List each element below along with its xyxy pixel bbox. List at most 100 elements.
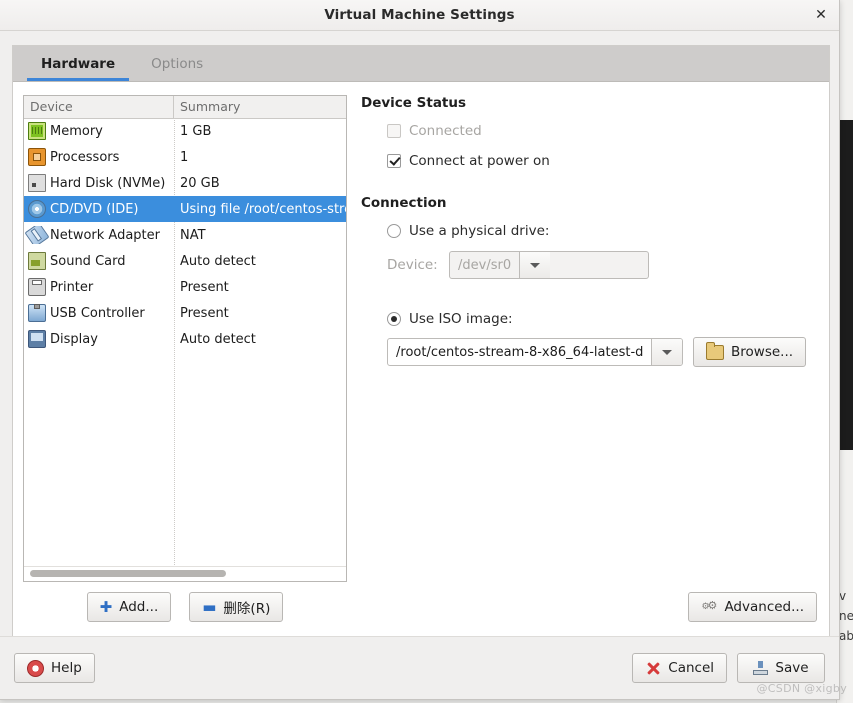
- save-label: Save: [775, 660, 809, 676]
- footer-actions: Cancel Save: [632, 653, 825, 683]
- memory-icon: [28, 122, 46, 140]
- table-row[interactable]: Display Auto detect: [24, 326, 346, 352]
- help-icon: [27, 659, 44, 677]
- summary-cell: Auto detect: [180, 253, 256, 269]
- summary-cell: Present: [180, 305, 229, 321]
- physical-device-row: Device: /dev/sr0: [387, 251, 819, 279]
- device-label: Display: [50, 331, 98, 347]
- advanced-button[interactable]: Advanced...: [688, 592, 817, 622]
- summary-cell: NAT: [180, 227, 206, 243]
- table-row[interactable]: Memory 1 GB: [24, 118, 346, 144]
- chevron-down-icon[interactable]: [519, 252, 551, 278]
- add-device-button[interactable]: ✚ Add...: [86, 592, 172, 622]
- device-cell: Hard Disk (NVMe): [24, 174, 174, 192]
- use-physical-drive-radio[interactable]: [387, 224, 401, 238]
- gears-icon: [701, 600, 717, 614]
- iso-path-value: /root/centos-stream-8-x86_64-latest-d: [396, 344, 644, 360]
- use-physical-drive-radio-row[interactable]: Use a physical drive:: [387, 223, 819, 239]
- connected-label: Connected: [409, 123, 482, 139]
- scrollbar-thumb[interactable]: [30, 570, 226, 577]
- device-cell: Sound Card: [24, 252, 174, 270]
- use-iso-image-label: Use ISO image:: [409, 311, 513, 327]
- device-cell: CD/DVD (IDE): [24, 200, 174, 218]
- help-label: Help: [51, 660, 82, 676]
- table-row[interactable]: Network Adapter NAT: [24, 222, 346, 248]
- table-row[interactable]: Processors 1: [24, 144, 346, 170]
- connected-checkbox[interactable]: [387, 124, 401, 138]
- dialog-content-frame: Hardware Options Device Summary Memory 1…: [12, 45, 830, 637]
- use-iso-image-radio-row[interactable]: Use ISO image:: [387, 311, 819, 327]
- device-label: Memory: [50, 123, 103, 139]
- device-label: Printer: [50, 279, 94, 295]
- table-row[interactable]: Sound Card Auto detect: [24, 248, 346, 274]
- iso-path-row: /root/centos-stream-8-x86_64-latest-d Br…: [387, 337, 819, 367]
- table-row-selected[interactable]: CD/DVD (IDE) Using file /root/centos-str…: [24, 196, 346, 222]
- physical-device-dropdown[interactable]: /dev/sr0: [449, 251, 649, 279]
- connect-at-power-on-checkbox[interactable]: [387, 154, 401, 168]
- chevron-down-icon[interactable]: [651, 339, 682, 365]
- cd-dvd-icon: [28, 200, 46, 218]
- device-list-header: Device Summary: [24, 96, 346, 119]
- device-label: Hard Disk (NVMe): [50, 175, 166, 191]
- browse-button[interactable]: Browse...: [693, 337, 807, 367]
- column-header-device: Device: [24, 96, 174, 118]
- usb-controller-icon: [28, 304, 46, 322]
- close-icon[interactable]: ✕: [811, 6, 831, 24]
- table-row[interactable]: USB Controller Present: [24, 300, 346, 326]
- remove-label: 删除(R): [223, 601, 271, 617]
- device-list-actions: ✚ Add... ▬ 删除(R): [23, 592, 347, 622]
- device-status-title: Device Status: [361, 95, 467, 111]
- dialog-titlebar: Virtual Machine Settings ✕: [0, 0, 839, 31]
- network-adapter-icon: [24, 226, 50, 244]
- cancel-icon: [645, 661, 661, 676]
- browse-label: Browse...: [731, 344, 794, 360]
- tabstrip: Hardware Options: [13, 46, 829, 82]
- device-label: USB Controller: [50, 305, 145, 321]
- summary-cell: Present: [180, 279, 229, 295]
- device-label: Processors: [50, 149, 120, 165]
- use-physical-drive-label: Use a physical drive:: [409, 223, 550, 239]
- device-cell: Printer: [24, 278, 174, 296]
- device-list-body: Memory 1 GB Processors 1 Hard Disk (NVMe…: [24, 118, 346, 567]
- help-button[interactable]: Help: [14, 653, 95, 683]
- iso-path-dropdown[interactable]: /root/centos-stream-8-x86_64-latest-d: [387, 338, 683, 366]
- dialog-footer: Help Cancel Save: [0, 636, 839, 699]
- minus-icon: ▬: [202, 597, 217, 616]
- device-list[interactable]: Device Summary Memory 1 GB Processors 1 …: [23, 95, 347, 582]
- device-label: CD/DVD (IDE): [50, 201, 139, 217]
- device-label: Sound Card: [50, 253, 126, 269]
- device-cell: Display: [24, 330, 174, 348]
- hard-disk-icon: [28, 174, 46, 192]
- use-iso-image-radio[interactable]: [387, 312, 401, 326]
- tab-options[interactable]: Options: [133, 46, 221, 81]
- advanced-label: Advanced...: [724, 599, 804, 615]
- display-icon: [28, 330, 46, 348]
- cancel-button[interactable]: Cancel: [632, 653, 727, 683]
- folder-icon: [706, 341, 724, 360]
- summary-cell: 1 GB: [180, 123, 212, 139]
- remove-device-button[interactable]: ▬ 删除(R): [189, 592, 284, 622]
- sound-card-icon: [28, 252, 46, 270]
- table-row[interactable]: Printer Present: [24, 274, 346, 300]
- advanced-button-wrap: Advanced...: [688, 592, 817, 622]
- table-row[interactable]: Hard Disk (NVMe) 20 GB: [24, 170, 346, 196]
- tab-hardware[interactable]: Hardware: [23, 46, 134, 81]
- plus-icon: ✚: [99, 597, 113, 616]
- hardware-tab-page: Device Summary Memory 1 GB Processors 1 …: [13, 82, 829, 636]
- connect-at-power-on-checkbox-row[interactable]: Connect at power on: [387, 153, 819, 169]
- connected-checkbox-row[interactable]: Connected: [387, 123, 819, 139]
- column-header-summary: Summary: [180, 99, 241, 114]
- device-settings-pane: Device Status Connected Connect at power…: [361, 95, 819, 576]
- connection-title: Connection: [361, 195, 447, 211]
- device-label: Network Adapter: [50, 227, 160, 243]
- device-list-horizontal-scrollbar[interactable]: [24, 566, 346, 581]
- device-cell: Memory: [24, 122, 174, 140]
- device-cell: USB Controller: [24, 304, 174, 322]
- summary-cell: 1: [180, 149, 189, 165]
- device-cell: Processors: [24, 148, 174, 166]
- connect-at-power-on-label: Connect at power on: [409, 153, 550, 169]
- summary-cell: Auto detect: [180, 331, 256, 347]
- save-button[interactable]: Save: [737, 653, 825, 683]
- save-icon: [753, 660, 769, 676]
- device-field-label: Device:: [387, 257, 438, 273]
